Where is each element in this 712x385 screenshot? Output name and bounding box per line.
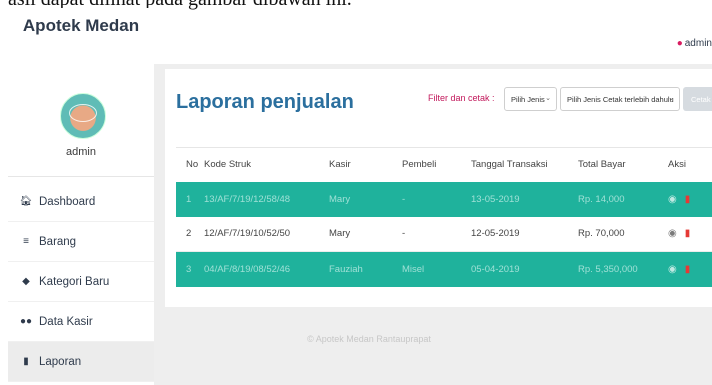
report-panel: Laporan penjualan Filter dan cetak : Pil…: [165, 69, 712, 307]
home-icon: 🏠︎: [19, 196, 33, 207]
user-name: admin: [684, 38, 712, 49]
col-header: Kasir: [329, 147, 402, 182]
sidebar-user-name: admin: [66, 146, 96, 158]
top-bar: ● admin: [154, 16, 712, 64]
cell-aksi: ◉ ▮: [668, 181, 712, 217]
avatar-logo-ring: [69, 104, 97, 122]
cell-no: 3: [176, 251, 204, 287]
type-select[interactable]: Pilih Jenis ⌄: [504, 87, 557, 111]
table-header-row: No Kode Struk Kasir Pembeli Tanggal Tran…: [176, 147, 712, 182]
main-content: Laporan penjualan Filter dan cetak : Pil…: [154, 64, 712, 385]
sidebar-item-label: Dashboard: [39, 195, 96, 208]
sidebar-item-label: Laporan: [39, 355, 82, 368]
print-type-select[interactable]: Pilih Jenis Cetak terlebih dahulu ⌄: [560, 87, 680, 111]
cell-kode-struk: 12/AF/7/19/10/52/50: [204, 216, 329, 252]
cell-total: Rp. 70,000: [578, 216, 668, 252]
col-header: No: [176, 147, 204, 182]
sidebar-menu: 🏠︎ Dashboard ≡ Barang ◆ Kategori Baru ●●…: [8, 182, 154, 382]
sidebar-item-label: Data Kasir: [39, 315, 93, 328]
avatar: [60, 93, 106, 139]
col-header: Tanggal Transaksi: [471, 147, 578, 182]
cell-kasir: Mary: [329, 216, 402, 252]
brand-title: Apotek Medan: [22, 16, 140, 35]
user-menu[interactable]: ● admin: [677, 38, 712, 49]
cell-aksi: ◉ ▮: [668, 251, 712, 287]
menu-divider: [8, 176, 154, 177]
col-header: Pembeli: [402, 147, 471, 182]
cell-pembeli: Misel: [402, 251, 471, 287]
cell-aksi: ◉ ▮: [668, 216, 712, 252]
sales-table: No Kode Struk Kasir Pembeli Tanggal Tran…: [176, 147, 712, 287]
book-icon: ▮: [23, 356, 29, 367]
cell-kasir: Fauziah: [329, 251, 402, 287]
sidebar-item-label: Barang: [39, 235, 77, 248]
type-select-value: Pilih Jenis: [511, 94, 545, 104]
cell-no: 1: [176, 181, 204, 217]
user-icon: ●: [676, 38, 683, 49]
col-header: Total Bayar: [578, 147, 668, 182]
table-row: 2 12/AF/7/19/10/52/50 Mary - 12-05-2019 …: [176, 216, 712, 252]
table-row: 1 13/AF/7/19/12/58/48 Mary - 13-05-2019 …: [176, 181, 712, 217]
filter-label: Filter dan cetak :: [428, 93, 495, 103]
view-icon[interactable]: ◉: [668, 228, 677, 239]
sidebar: Apotek Medan admin 🏠︎ Dashboard ≡ Barang…: [8, 8, 154, 385]
cell-kode-struk: 04/AF/8/19/08/52/46: [204, 251, 329, 287]
cell-tanggal: 13-05-2019: [471, 181, 578, 217]
print-type-select-value: Pilih Jenis Cetak terlebih dahulu: [567, 94, 674, 104]
sidebar-item-laporan[interactable]: ▮ Laporan: [8, 342, 154, 382]
trash-icon[interactable]: ▮: [685, 228, 691, 239]
page-title: Laporan penjualan: [176, 91, 354, 113]
cell-total: Rp. 14,000: [578, 181, 668, 217]
list-icon: ≡: [23, 236, 29, 247]
users-icon: ●●: [19, 316, 33, 327]
footer-copyright: © Apotek Medan Rantauprapat: [307, 334, 431, 344]
cell-no: 2: [176, 216, 204, 252]
trash-icon[interactable]: ▮: [685, 194, 691, 205]
chevron-down-icon: ⌄: [545, 95, 551, 102]
cell-tanggal: 05-04-2019: [471, 251, 578, 287]
cell-pembeli: -: [402, 181, 471, 217]
print-button[interactable]: Cetak: [683, 87, 712, 111]
col-header: Aksi: [668, 147, 712, 182]
col-header: Kode Struk: [204, 147, 329, 182]
sidebar-item-barang[interactable]: ≡ Barang: [8, 222, 154, 262]
cell-tanggal: 12-05-2019: [471, 216, 578, 252]
tag-icon: ◆: [22, 276, 30, 287]
sidebar-item-kategori-baru[interactable]: ◆ Kategori Baru: [8, 262, 154, 302]
chevron-down-icon: ⌄: [668, 95, 674, 102]
table-row: 3 04/AF/8/19/08/52/46 Fauziah Misel 05-0…: [176, 251, 712, 287]
cell-pembeli: -: [402, 216, 471, 252]
view-icon[interactable]: ◉: [668, 194, 677, 205]
sidebar-item-label: Kategori Baru: [39, 275, 110, 288]
cell-kasir: Mary: [329, 181, 402, 217]
cell-total: Rp. 5,350,000: [578, 251, 668, 287]
trash-icon[interactable]: ▮: [685, 264, 691, 275]
sidebar-item-dashboard[interactable]: 🏠︎ Dashboard: [8, 182, 154, 222]
cell-kode-struk: 13/AF/7/19/12/58/48: [204, 181, 329, 217]
view-icon[interactable]: ◉: [668, 264, 677, 275]
sidebar-item-data-kasir[interactable]: ●● Data Kasir: [8, 302, 154, 342]
